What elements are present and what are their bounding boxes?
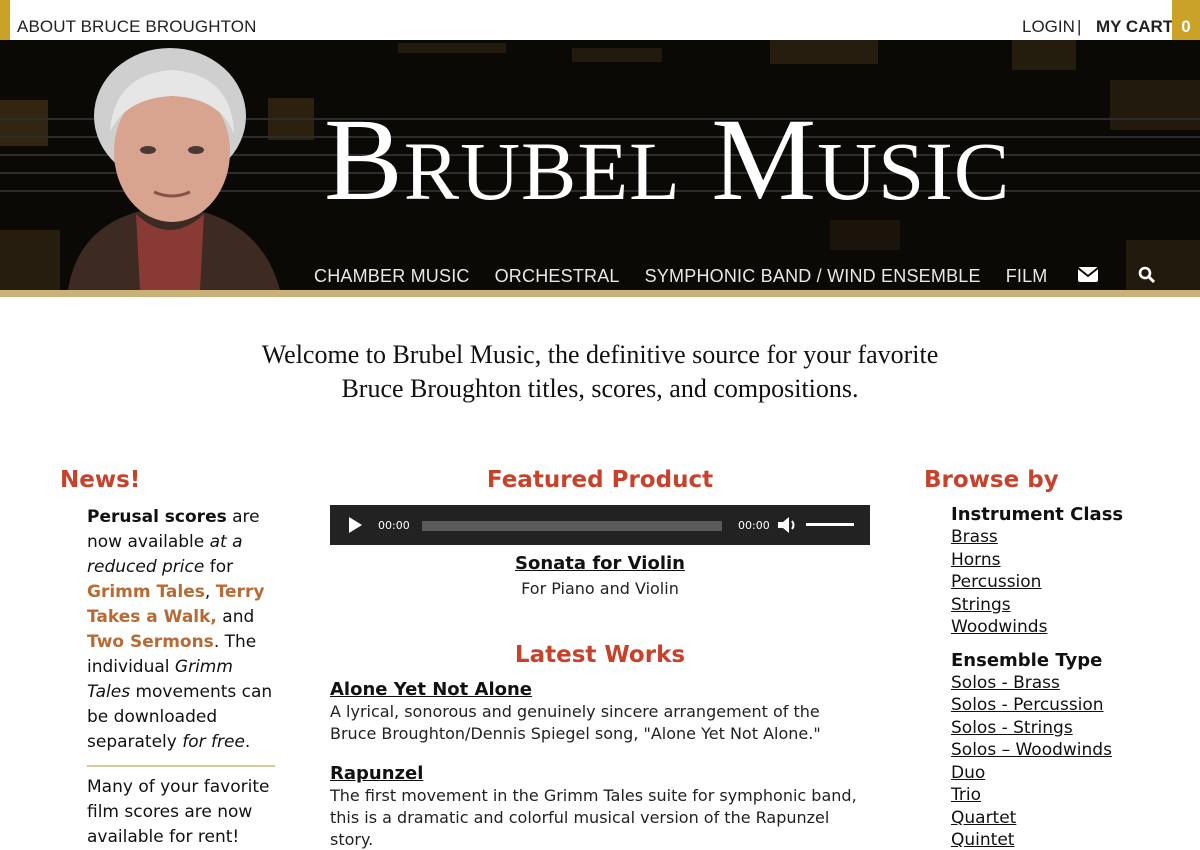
browse-quintet[interactable]: Quintet xyxy=(951,829,1191,850)
latest-work-desc: A lyrical, sonorous and genuinely sincer… xyxy=(330,702,821,743)
latest-works-heading: Latest Works xyxy=(514,642,686,668)
welcome-text: Welcome to Brubel Music, the definitive … xyxy=(0,338,1200,406)
news-divider xyxy=(87,765,275,767)
top-bar: ABOUT BRUCE BROUGHTON LOGIN | MY CART 0 xyxy=(0,0,1200,40)
cart-count-badge[interactable]: 0 xyxy=(1172,0,1200,40)
browse-quartet[interactable]: Quartet xyxy=(951,807,1191,830)
browse-heading: Browse by xyxy=(924,467,1059,493)
nav-film[interactable]: FILM xyxy=(1006,266,1048,287)
brand-title[interactable]: Brubel Music xyxy=(324,100,1010,220)
browse-trio[interactable]: Trio xyxy=(951,784,1191,807)
volume-icon[interactable] xyxy=(778,516,798,538)
featured-heading: Featured Product xyxy=(486,467,714,493)
login-link[interactable]: LOGIN xyxy=(1022,17,1075,37)
top-separator: | xyxy=(1077,17,1082,36)
news-bold: Perusal scores xyxy=(87,507,227,527)
banner-decor xyxy=(1012,40,1076,70)
cart-link[interactable]: MY CART xyxy=(1096,17,1173,37)
ensemble-type-heading: Ensemble Type xyxy=(951,649,1103,671)
news-item: Many of your favorite film scores are no… xyxy=(87,777,270,847)
main-nav: CHAMBER MUSIC ORCHESTRAL SYMPHONIC BAND … xyxy=(314,266,1155,287)
nav-chamber-music[interactable]: CHAMBER MUSIC xyxy=(314,266,470,287)
news-text: for xyxy=(204,557,234,577)
welcome-line-1: Welcome to Brubel Music, the definitive … xyxy=(261,340,939,369)
two-sermons-link[interactable]: Two Sermons xyxy=(87,632,214,652)
composer-portrait xyxy=(68,48,280,290)
news-text: . xyxy=(244,732,251,752)
nav-symphonic-band[interactable]: SYMPHONIC BAND / WIND ENSEMBLE xyxy=(645,266,981,287)
search-icon[interactable] xyxy=(1138,266,1155,287)
browse-solos-woodwinds[interactable]: Solos – Woodwinds xyxy=(951,739,1191,762)
volume-slider[interactable] xyxy=(806,523,854,526)
play-icon[interactable] xyxy=(349,517,362,533)
latest-work-item: Rapunzel The first movement in the Grimm… xyxy=(330,763,870,850)
banner-gold-strip xyxy=(0,290,1200,297)
about-link[interactable]: ABOUT BRUCE BROUGHTON xyxy=(17,17,257,37)
total-time: 00:00 xyxy=(738,519,770,532)
header-banner: Brubel Music CHAMBER MUSIC ORCHESTRAL SY… xyxy=(0,40,1200,290)
news-emphasis: for free xyxy=(182,732,245,752)
browse-solos-percussion[interactable]: Solos - Percussion xyxy=(951,694,1191,717)
banner-decor xyxy=(1110,80,1200,130)
browse-brass[interactable]: Brass xyxy=(951,526,1191,549)
news-content: Perusal scores are now available at a re… xyxy=(87,505,277,850)
welcome-line-2: Bruce Broughton titles, scores, and comp… xyxy=(341,374,859,403)
top-accent-bar xyxy=(0,0,10,40)
browse-strings[interactable]: Strings xyxy=(951,594,1191,617)
banner-decor xyxy=(572,48,662,62)
news-text: and xyxy=(216,607,255,627)
envelope-icon[interactable] xyxy=(1076,267,1099,286)
browse-duo[interactable]: Duo xyxy=(951,762,1191,785)
featured-product-title[interactable]: Sonata for Violin xyxy=(330,553,870,574)
browse-sidebar: Instrument Class Brass Horns Percussion … xyxy=(951,504,1191,850)
browse-woodwinds[interactable]: Woodwinds xyxy=(951,616,1191,639)
latest-work-title[interactable]: Rapunzel xyxy=(330,763,870,785)
nav-orchestral[interactable]: ORCHESTRAL xyxy=(495,266,620,287)
browse-solos-strings[interactable]: Solos - Strings xyxy=(951,717,1191,740)
instrument-class-heading: Instrument Class xyxy=(951,504,1124,525)
audio-player: 00:00 00:00 xyxy=(330,505,870,545)
progress-track[interactable] xyxy=(422,521,722,531)
latest-work-title[interactable]: Alone Yet Not Alone xyxy=(330,679,870,701)
featured-product-subtitle: For Piano and Violin xyxy=(521,579,679,598)
banner-decor xyxy=(398,43,506,53)
news-heading: News! xyxy=(60,467,141,493)
news-item: Perusal scores are now available at a re… xyxy=(87,505,277,755)
current-time: 00:00 xyxy=(378,519,410,532)
grimm-tales-link[interactable]: Grimm Tales xyxy=(87,582,205,602)
browse-percussion[interactable]: Percussion xyxy=(951,571,1191,594)
browse-solos-brass[interactable]: Solos - Brass xyxy=(951,672,1191,695)
latest-work-desc: The first movement in the Grimm Tales su… xyxy=(330,786,857,849)
latest-work-item: Alone Yet Not Alone A lyrical, sonorous … xyxy=(330,679,870,745)
banner-decor xyxy=(770,40,878,64)
news-text: , xyxy=(204,582,216,602)
browse-horns[interactable]: Horns xyxy=(951,549,1191,572)
